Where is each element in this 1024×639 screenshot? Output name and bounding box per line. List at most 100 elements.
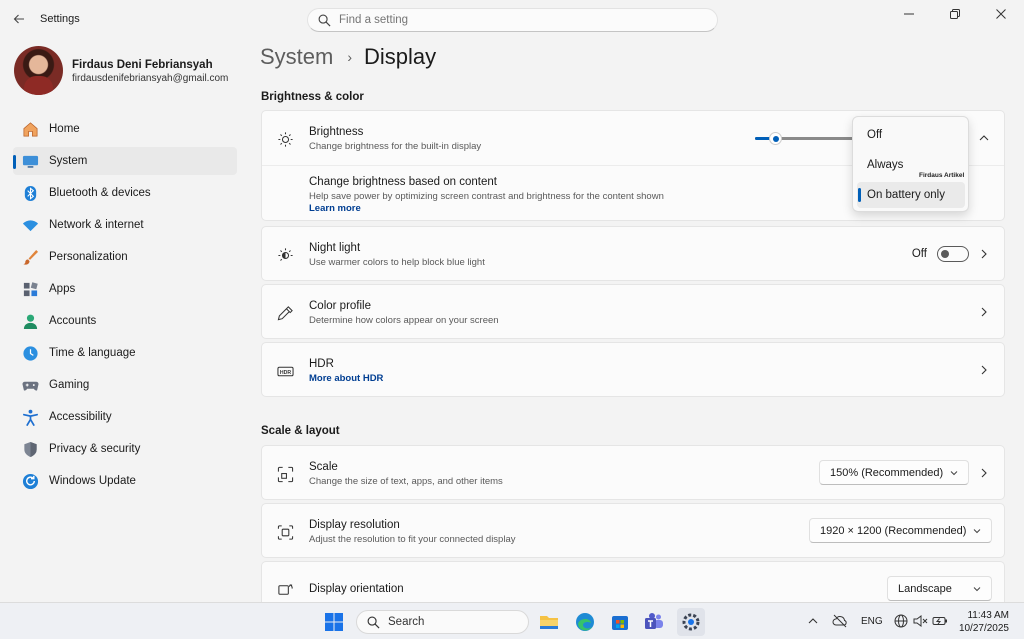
minimize-icon bbox=[904, 13, 914, 15]
globe-icon[interactable] bbox=[894, 614, 908, 628]
profile-name: Firdaus Deni Febriansyah bbox=[72, 59, 213, 71]
hdr-title: HDR bbox=[309, 358, 334, 370]
color-profile-subtitle: Determine how colors appear on your scre… bbox=[309, 315, 499, 326]
night-light-state: Off bbox=[911, 248, 927, 260]
sidebar-item-label: Apps bbox=[49, 283, 76, 295]
sidebar-item-time-language[interactable]: Time & language bbox=[13, 339, 237, 367]
globe-clock-icon bbox=[21, 344, 39, 362]
bluetooth-icon bbox=[21, 184, 39, 202]
more-about-hdr-link[interactable]: More about HDR bbox=[309, 373, 383, 384]
night-light-toggle[interactable] bbox=[937, 246, 969, 262]
sidebar-item-label: Network & internet bbox=[49, 219, 144, 231]
wifi-icon bbox=[21, 216, 39, 234]
restore-button[interactable] bbox=[932, 0, 978, 28]
avatar bbox=[14, 46, 63, 95]
sun-icon bbox=[275, 129, 295, 149]
eyedropper-icon bbox=[275, 303, 295, 323]
user-profile[interactable]: Firdaus Deni Febriansyah firdausdenifebr… bbox=[14, 46, 250, 96]
sidebar-item-privacy[interactable]: Privacy & security bbox=[13, 435, 237, 463]
resolution-subtitle: Adjust the resolution to fit your connec… bbox=[309, 534, 516, 545]
system-clock[interactable]: 11:43 AM 10/27/2025 bbox=[955, 609, 1009, 635]
edge-icon[interactable] bbox=[574, 611, 596, 633]
search-input[interactable] bbox=[339, 14, 699, 26]
teams-icon[interactable] bbox=[643, 611, 665, 633]
menu-option-on-battery[interactable]: On battery only bbox=[857, 182, 965, 208]
brightness-slider[interactable] bbox=[755, 132, 855, 145]
sidebar-item-label: System bbox=[49, 155, 88, 167]
resolution-title: Display resolution bbox=[309, 519, 400, 531]
settings-taskbar-button[interactable] bbox=[677, 608, 705, 636]
night-light-card[interactable]: Night light Use warmer colors to help bl… bbox=[261, 226, 1005, 281]
collapse-button[interactable] bbox=[978, 132, 990, 144]
app-title: Settings bbox=[40, 13, 80, 25]
sidebar-item-gaming[interactable]: Gaming bbox=[13, 371, 237, 399]
sidebar-item-windows-update[interactable]: Windows Update bbox=[13, 467, 237, 495]
taskbar: Search ENG 11:43 AM 10/27/2025 bbox=[0, 602, 1024, 639]
chevron-right-icon[interactable] bbox=[978, 248, 990, 260]
hdr-card[interactable]: HDR HDR More about HDR bbox=[261, 342, 1005, 397]
content-brightness-title: Change brightness based on content bbox=[309, 176, 497, 188]
sidebar-item-accessibility[interactable]: Accessibility bbox=[13, 403, 237, 431]
breadcrumb-parent[interactable]: System bbox=[260, 44, 333, 70]
chevron-down-icon bbox=[973, 587, 981, 592]
sidebar-item-home[interactable]: Home bbox=[13, 115, 237, 143]
scale-icon bbox=[275, 464, 295, 484]
learn-more-link[interactable]: Learn more bbox=[309, 203, 361, 214]
taskbar-search[interactable]: Search bbox=[356, 610, 529, 634]
sidebar-item-label: Personalization bbox=[49, 251, 128, 263]
back-button[interactable] bbox=[6, 6, 32, 32]
file-explorer-icon[interactable] bbox=[538, 611, 560, 633]
orientation-dropdown[interactable]: Landscape bbox=[887, 576, 992, 601]
breadcrumb-separator: › bbox=[347, 49, 353, 65]
chevron-right-icon[interactable] bbox=[978, 467, 990, 479]
sidebar-nav: Home System Bluetooth & devices Network … bbox=[13, 115, 237, 499]
orientation-title: Display orientation bbox=[309, 583, 404, 595]
apps-icon bbox=[21, 280, 39, 298]
close-button[interactable] bbox=[978, 0, 1024, 28]
windows-start-icon[interactable] bbox=[324, 612, 344, 632]
sidebar-item-bluetooth[interactable]: Bluetooth & devices bbox=[13, 179, 237, 207]
volume-muted-icon[interactable] bbox=[913, 614, 928, 628]
sidebar-item-label: Windows Update bbox=[49, 475, 136, 487]
resolution-card: Display resolution Adjust the resolution… bbox=[261, 503, 1005, 558]
brightness-title: Brightness bbox=[309, 126, 364, 138]
slider-thumb[interactable] bbox=[769, 132, 782, 145]
sidebar-item-system[interactable]: System bbox=[13, 147, 237, 175]
orientation-value: Landscape bbox=[898, 582, 952, 595]
shield-icon bbox=[21, 440, 39, 458]
sidebar-item-accounts[interactable]: Accounts bbox=[13, 307, 237, 335]
color-profile-title: Color profile bbox=[309, 300, 371, 312]
restore-icon bbox=[950, 9, 960, 19]
brush-icon bbox=[21, 248, 39, 266]
gear-icon bbox=[682, 613, 700, 631]
clock-time: 11:43 AM bbox=[967, 610, 1009, 621]
minimize-button[interactable] bbox=[886, 0, 932, 28]
chevron-up-icon[interactable] bbox=[808, 616, 818, 626]
settings-search[interactable] bbox=[307, 8, 718, 32]
sidebar-item-personalization[interactable]: Personalization bbox=[13, 243, 237, 271]
menu-option-off[interactable]: Off bbox=[857, 122, 965, 148]
section-title-scale: Scale & layout bbox=[261, 425, 340, 437]
color-profile-card[interactable]: Color profile Determine how colors appea… bbox=[261, 284, 1005, 339]
chevron-right-icon[interactable] bbox=[978, 306, 990, 318]
section-title-brightness: Brightness & color bbox=[261, 91, 364, 103]
sidebar-item-network[interactable]: Network & internet bbox=[13, 211, 237, 239]
chevron-right-icon[interactable] bbox=[978, 364, 990, 376]
resolution-dropdown[interactable]: 1920 × 1200 (Recommended) bbox=[809, 518, 992, 543]
battery-charging-icon[interactable] bbox=[932, 614, 948, 628]
breadcrumb: System › Display bbox=[260, 44, 436, 70]
language-indicator[interactable]: ENG bbox=[861, 616, 883, 627]
sidebar-item-apps[interactable]: Apps bbox=[13, 275, 237, 303]
update-icon bbox=[21, 472, 39, 490]
svg-text:HDR: HDR bbox=[279, 369, 290, 375]
scale-dropdown[interactable]: 150% (Recommended) bbox=[819, 460, 969, 485]
sidebar-item-label: Accounts bbox=[49, 315, 97, 327]
content-brightness-menu: Off Always On battery only bbox=[852, 116, 969, 212]
scale-value: 150% (Recommended) bbox=[830, 466, 944, 479]
brightness-subtitle: Change brightness for the built-in displ… bbox=[309, 141, 482, 152]
search-icon bbox=[367, 616, 380, 628]
store-icon[interactable] bbox=[609, 611, 631, 633]
sidebar-item-label: Bluetooth & devices bbox=[49, 187, 151, 199]
watermark-text: Firdaus Artikel bbox=[919, 172, 965, 179]
cloud-off-icon[interactable] bbox=[832, 614, 848, 628]
